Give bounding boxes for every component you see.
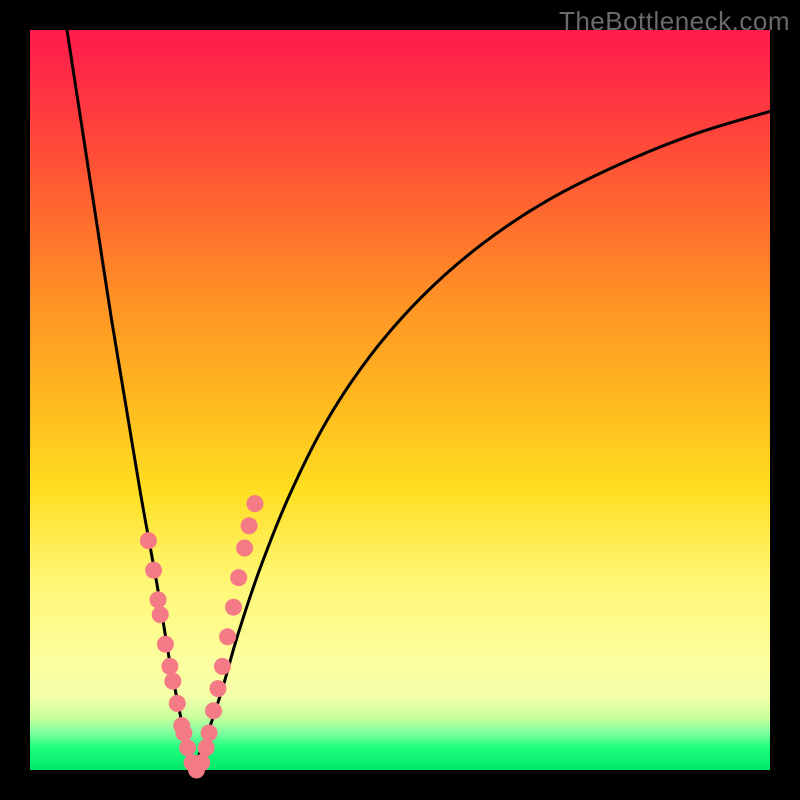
marker-dot: [214, 658, 231, 675]
marker-dot: [193, 754, 210, 771]
marker-dot: [164, 673, 181, 690]
marker-dots-group: [140, 495, 264, 778]
marker-dot: [157, 636, 174, 653]
marker-dot: [209, 680, 226, 697]
marker-dot: [150, 591, 167, 608]
marker-dot: [205, 702, 222, 719]
marker-dot: [225, 599, 242, 616]
marker-dot: [152, 606, 169, 623]
marker-dot: [198, 739, 215, 756]
plot-area: [30, 30, 770, 770]
marker-dot: [169, 695, 186, 712]
curve-layer: [30, 30, 770, 770]
marker-dot: [246, 495, 263, 512]
marker-dot: [236, 540, 253, 557]
marker-dot: [201, 725, 218, 742]
curve-right-branch: [193, 111, 770, 770]
marker-dot: [219, 628, 236, 645]
marker-dot: [161, 658, 178, 675]
marker-dot: [230, 569, 247, 586]
marker-dot: [140, 532, 157, 549]
marker-dot: [241, 517, 258, 534]
marker-dot: [175, 725, 192, 742]
marker-dot: [179, 739, 196, 756]
marker-dot: [145, 562, 162, 579]
chart-frame: TheBottleneck.com: [0, 0, 800, 800]
